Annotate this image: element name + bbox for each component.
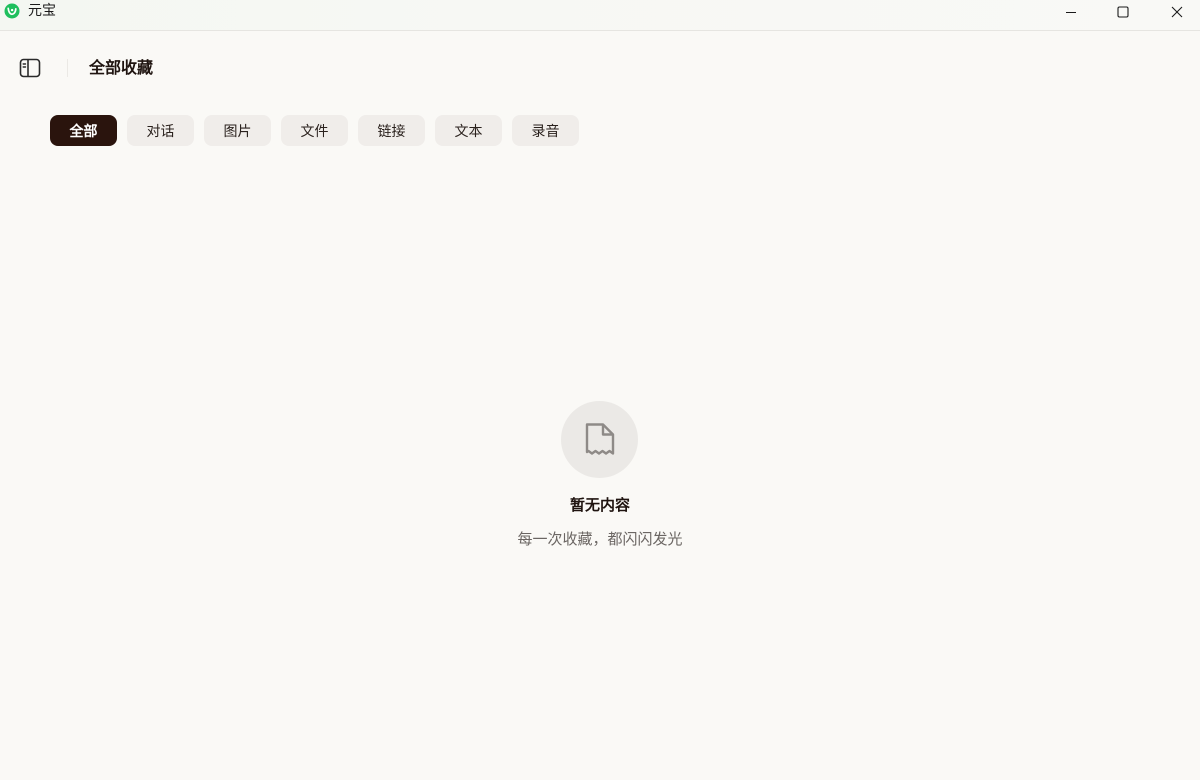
minimize-icon	[1066, 12, 1076, 13]
app-logo-icon	[4, 3, 20, 19]
empty-state-subtitle: 每一次收藏，都闪闪发光	[517, 530, 683, 548]
filter-tab-files[interactable]: 文件	[281, 115, 348, 146]
filter-tab-recordings[interactable]: 录音	[512, 115, 579, 146]
page-title: 全部收藏	[89, 58, 154, 77]
close-button[interactable]	[1154, 0, 1200, 24]
empty-state-illustration	[561, 401, 638, 478]
empty-state-title: 暂无内容	[569, 496, 630, 514]
filter-tab-conversations[interactable]: 对话	[127, 115, 194, 146]
maximize-icon	[1117, 6, 1129, 18]
app-title: 元宝	[28, 3, 56, 19]
filter-tab-images[interactable]: 图片	[204, 115, 271, 146]
maximize-button[interactable]	[1100, 0, 1146, 24]
filter-tab-links[interactable]: 链接	[358, 115, 425, 146]
sidebar-toggle-button[interactable]	[18, 57, 42, 79]
filter-tab-all[interactable]: 全部	[50, 115, 117, 146]
close-icon	[1171, 6, 1183, 18]
minimize-button[interactable]	[1048, 0, 1094, 24]
header-divider	[67, 59, 68, 77]
document-icon	[585, 422, 614, 455]
title-bar: 元宝	[0, 0, 1200, 31]
sidebar-toggle-icon	[19, 58, 41, 78]
filter-tab-text[interactable]: 文本	[435, 115, 502, 146]
filter-tabs: 全部 对话 图片 文件 链接 文本 录音	[50, 115, 579, 146]
